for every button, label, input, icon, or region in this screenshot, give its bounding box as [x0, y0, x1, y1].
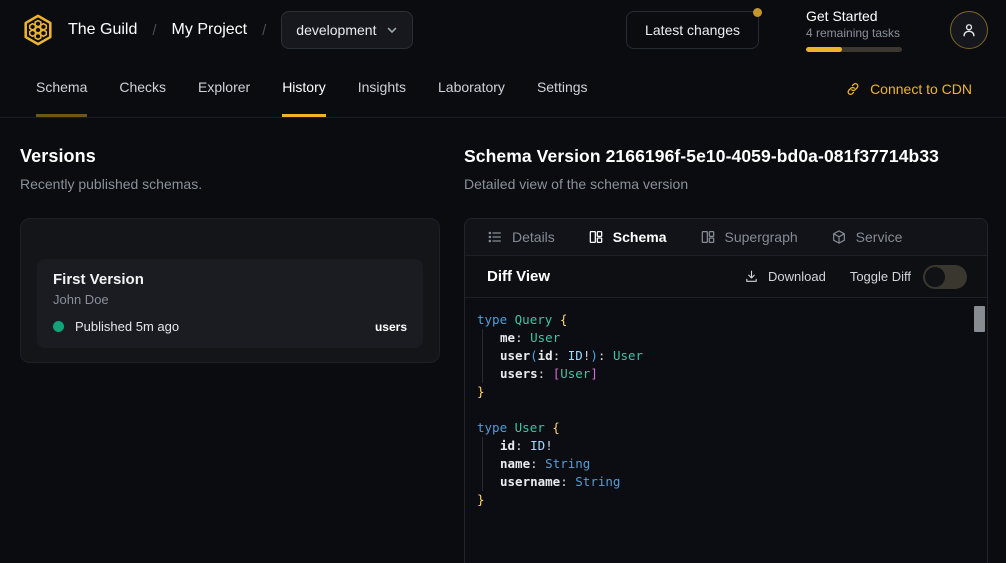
breadcrumb-org[interactable]: The Guild: [68, 21, 137, 39]
top-header: The Guild / My Project / development Lat…: [0, 0, 1006, 60]
tab-service-label: Service: [856, 229, 903, 245]
version-detail-subtitle: Detailed view of the schema version: [464, 176, 988, 192]
list-icon: [487, 229, 503, 245]
cube-icon: [831, 229, 847, 245]
toggle-diff-group: Toggle Diff: [850, 265, 967, 289]
get-started-subtitle: 4 remaining tasks: [806, 26, 902, 40]
progress-fill: [806, 47, 842, 52]
version-author: John Doe: [53, 292, 407, 307]
toggle-diff-switch[interactable]: [923, 265, 967, 289]
link-chain-icon: [845, 81, 861, 97]
download-icon: [744, 269, 759, 284]
version-name: First Version: [53, 271, 407, 288]
version-detail-panel: Schema Version 2166196f-5e10-4059-bd0a-0…: [464, 146, 988, 563]
detail-tabs-bar: Details Schema: [465, 219, 987, 256]
latest-changes-button[interactable]: Latest changes: [626, 11, 759, 49]
toggle-knob: [925, 267, 945, 287]
diff-view-title: Diff View: [487, 268, 550, 285]
breadcrumb-separator: /: [152, 22, 156, 39]
honeycomb-icon: [20, 12, 56, 48]
latest-changes-wrapper: Latest changes: [626, 11, 759, 49]
version-status-text: Published 5m ago: [75, 319, 179, 334]
nav-tab-history[interactable]: History: [282, 60, 326, 117]
tab-schema-label: Schema: [613, 229, 667, 245]
get-started-widget[interactable]: Get Started 4 remaining tasks: [806, 8, 902, 52]
diff-view-actions: Download Toggle Diff: [744, 265, 967, 289]
connect-to-cdn-link[interactable]: Connect to CDN: [845, 60, 972, 117]
schema-code-viewer: type Query {me: Useruser(id: ID!): Useru…: [465, 298, 987, 563]
download-button[interactable]: Download: [744, 269, 826, 284]
tab-service[interactable]: Service: [831, 229, 903, 245]
columns-icon: [700, 229, 716, 245]
download-label: Download: [768, 269, 826, 284]
columns-icon: [588, 229, 604, 245]
nav-tab-laboratory[interactable]: Laboratory: [438, 60, 505, 117]
nav-tab-explorer[interactable]: Explorer: [198, 60, 250, 117]
code-scrollbar-thumb[interactable]: [974, 306, 985, 332]
service-name-badge: users: [375, 320, 407, 334]
version-detail-title: Schema Version 2166196f-5e10-4059-bd0a-0…: [464, 146, 988, 167]
nav-tab-schema[interactable]: Schema: [36, 60, 87, 117]
main-nav: Schema Checks Explorer History Insights …: [0, 60, 1006, 118]
tab-details-label: Details: [512, 229, 555, 245]
versions-subtitle: Recently published schemas.: [20, 176, 440, 192]
breadcrumb: The Guild / My Project /: [68, 21, 266, 39]
tab-supergraph-label: Supergraph: [725, 229, 798, 245]
tab-details[interactable]: Details: [487, 229, 555, 245]
nav-tab-insights[interactable]: Insights: [358, 60, 406, 117]
versions-list-card: First Version John Doe Published 5m ago …: [20, 218, 440, 363]
hive-logo[interactable]: [18, 10, 58, 50]
toggle-diff-label: Toggle Diff: [850, 269, 911, 284]
get-started-title: Get Started: [806, 8, 902, 24]
target-selector-dropdown[interactable]: development: [281, 11, 413, 49]
connect-to-cdn-label: Connect to CDN: [870, 81, 972, 97]
breadcrumb-project[interactable]: My Project: [172, 21, 248, 39]
diff-view-toolbar: Diff View Download Toggle D: [465, 256, 987, 298]
version-status-row: Published 5m ago users: [53, 319, 407, 334]
nav-tab-checks[interactable]: Checks: [119, 60, 166, 117]
main-content: Versions Recently published schemas. Fir…: [0, 118, 1006, 563]
person-icon: [960, 21, 978, 39]
code-block: type Query {me: Useruser(id: ID!): Useru…: [477, 311, 973, 509]
target-selector-value: development: [296, 22, 376, 38]
user-avatar[interactable]: [950, 11, 988, 49]
nav-tab-settings[interactable]: Settings: [537, 60, 588, 117]
get-started-progress-track: [806, 47, 902, 52]
notification-dot: [753, 8, 762, 17]
tab-schema[interactable]: Schema: [588, 229, 667, 245]
chevron-down-icon: [386, 24, 398, 36]
versions-title: Versions: [20, 146, 440, 167]
version-detail-card: Details Schema: [464, 218, 988, 563]
published-status-dot: [53, 321, 64, 332]
versions-panel: Versions Recently published schemas. Fir…: [20, 146, 440, 563]
breadcrumb-separator-2: /: [262, 22, 266, 39]
version-list-item[interactable]: First Version John Doe Published 5m ago …: [37, 259, 423, 348]
tab-supergraph[interactable]: Supergraph: [700, 229, 798, 245]
